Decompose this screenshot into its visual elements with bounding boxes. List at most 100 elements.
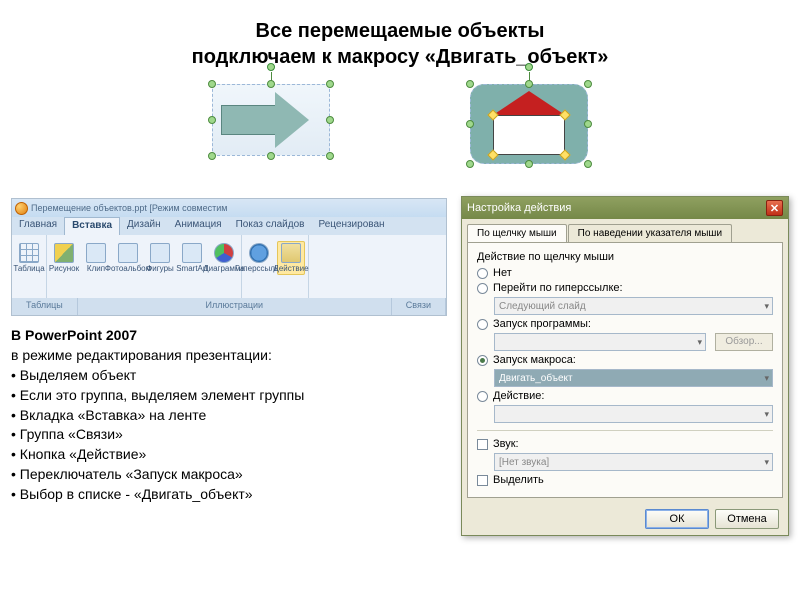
tab-animation[interactable]: Анимация — [168, 217, 229, 235]
bullet: • Кнопка «Действие» — [11, 446, 146, 462]
hyperlink-combo[interactable]: Следующий слайд — [494, 297, 773, 315]
radio-macro[interactable] — [477, 355, 488, 366]
dialog-title: Настройка действия — [467, 202, 571, 214]
chart-button[interactable]: Диаграмма — [210, 243, 238, 273]
dialog-titlebar[interactable]: Настройка действия ✕ — [462, 197, 788, 219]
house-shape-selected[interactable] — [470, 84, 588, 164]
title-line-1: Все перемещаемые объекты — [20, 18, 780, 44]
table-icon — [19, 243, 39, 263]
tab-slideshow[interactable]: Показ слайдов — [229, 217, 312, 235]
bullet: • Если это группа, выделяем элемент груп… — [11, 387, 304, 403]
ribbon-group-illustrations: Рисунок Клип Фотоальбом Фигуры SmartArt … — [47, 235, 242, 298]
action-icon — [281, 243, 301, 263]
resize-handle-icon[interactable] — [208, 116, 216, 124]
radio-program[interactable] — [477, 319, 488, 330]
program-field[interactable] — [494, 333, 706, 351]
example-shapes — [0, 78, 800, 174]
action-button[interactable]: Действие — [277, 241, 305, 275]
bullet: • Выбор в списке - «Двигать_объект» — [11, 486, 253, 502]
picture-icon — [54, 243, 74, 263]
tab-on-click[interactable]: По щелчку мыши — [467, 224, 567, 242]
resize-handle-icon[interactable] — [466, 120, 474, 128]
action-settings-dialog: Настройка действия ✕ По щелчку мыши По н… — [461, 196, 789, 536]
label-program: Запуск программы: — [493, 318, 591, 330]
checkbox-sound[interactable] — [477, 439, 488, 450]
resize-handle-icon[interactable] — [466, 80, 474, 88]
label-highlight: Выделить — [493, 474, 544, 486]
resize-handle-icon[interactable] — [584, 80, 592, 88]
adjust-handle-icon[interactable] — [559, 149, 570, 160]
resize-handle-icon[interactable] — [466, 160, 474, 168]
adjust-handle-icon[interactable] — [487, 149, 498, 160]
ok-button[interactable]: ОК — [645, 509, 709, 529]
picture-button[interactable]: Рисунок — [50, 243, 78, 273]
resize-handle-icon[interactable] — [525, 160, 533, 168]
resize-handle-icon[interactable] — [208, 152, 216, 160]
resize-handle-icon[interactable] — [525, 80, 533, 88]
resize-handle-icon[interactable] — [267, 80, 275, 88]
section-links: Связи — [392, 298, 446, 315]
dialog-panel: Действие по щелчку мыши Нет Перейти по г… — [467, 242, 783, 498]
shapes-button[interactable]: Фигуры — [146, 243, 174, 273]
cancel-button[interactable]: Отмена — [715, 509, 779, 529]
tab-on-hover[interactable]: По наведении указателя мыши — [568, 224, 732, 242]
tab-home[interactable]: Главная — [12, 217, 64, 235]
bullet: • Выделяем объект — [11, 367, 136, 383]
checkbox-highlight[interactable] — [477, 475, 488, 486]
ribbon-group-tables: Таблица — [12, 235, 47, 298]
arrow-shape-selected[interactable] — [212, 84, 330, 156]
section-tables: Таблицы — [12, 298, 78, 315]
office-orb-icon[interactable] — [15, 202, 28, 215]
divider — [477, 430, 773, 431]
dialog-tabs: По щелчку мыши По наведении указателя мы… — [462, 219, 788, 242]
globe-icon — [249, 243, 269, 263]
ribbon-tabs: Главная Вставка Дизайн Анимация Показ сл… — [12, 217, 446, 235]
resize-handle-icon[interactable] — [584, 120, 592, 128]
smartart-button[interactable]: SmartArt — [178, 243, 206, 273]
house-roof-icon — [493, 91, 565, 115]
resize-handle-icon[interactable] — [326, 152, 334, 160]
house-body-icon — [493, 115, 565, 155]
dialog-buttons: ОК Отмена — [462, 503, 788, 535]
table-button[interactable]: Таблица — [15, 243, 43, 273]
macro-combo[interactable]: Двигать_объект — [494, 369, 773, 387]
photoalbum-button[interactable]: Фотоальбом — [114, 243, 142, 273]
bullet: • Вкладка «Вставка» на ленте — [11, 407, 206, 423]
chart-icon — [214, 243, 234, 263]
ribbon-titlebar: Перемещение объектов.ppt [Режим совмести… — [12, 199, 446, 217]
label-sound: Звук: — [493, 438, 519, 450]
tab-insert[interactable]: Вставка — [64, 217, 120, 235]
sound-combo[interactable]: [Нет звука] — [494, 453, 773, 471]
title-line-2: подключаем к макросу «Двигать_объект» — [20, 44, 780, 70]
radio-ole[interactable] — [477, 391, 488, 402]
radio-none[interactable] — [477, 268, 488, 279]
tab-review[interactable]: Рецензирован — [311, 217, 391, 235]
window-title: Перемещение объектов.ppt [Режим совмести… — [31, 203, 227, 213]
resize-handle-icon[interactable] — [208, 80, 216, 88]
resize-handle-icon[interactable] — [326, 116, 334, 124]
hyperlink-button[interactable]: Гиперссылка — [245, 243, 273, 273]
bullet: • Группа «Связи» — [11, 426, 123, 442]
group-label: Действие по щелчку мыши — [477, 251, 773, 263]
ole-combo[interactable] — [494, 405, 773, 423]
tab-design[interactable]: Дизайн — [120, 217, 168, 235]
label-ole: Действие: — [493, 390, 544, 402]
resize-handle-icon[interactable] — [326, 80, 334, 88]
browse-button[interactable]: Обзор... — [715, 333, 773, 351]
resize-handle-icon[interactable] — [267, 152, 275, 160]
rotate-handle-icon[interactable] — [525, 63, 533, 71]
instructions-text: В PowerPoint 2007 в режиме редактировани… — [11, 326, 451, 505]
photoalbum-icon — [118, 243, 138, 263]
close-icon: ✕ — [770, 202, 779, 215]
instructions-heading: В PowerPoint 2007 — [11, 327, 137, 343]
smartart-icon — [182, 243, 202, 263]
section-illustrations: Иллюстрации — [78, 298, 392, 315]
close-button[interactable]: ✕ — [766, 200, 783, 216]
resize-handle-icon[interactable] — [584, 160, 592, 168]
label-hyperlink: Перейти по гиперссылке: — [493, 282, 623, 294]
slide-title: Все перемещаемые объекты подключаем к ма… — [0, 0, 800, 78]
bullet: • Переключатель «Запуск макроса» — [11, 466, 243, 482]
rotate-handle-icon[interactable] — [267, 63, 275, 71]
radio-hyperlink[interactable] — [477, 283, 488, 294]
ribbon-group-links: Гиперссылка Действие — [242, 235, 309, 298]
